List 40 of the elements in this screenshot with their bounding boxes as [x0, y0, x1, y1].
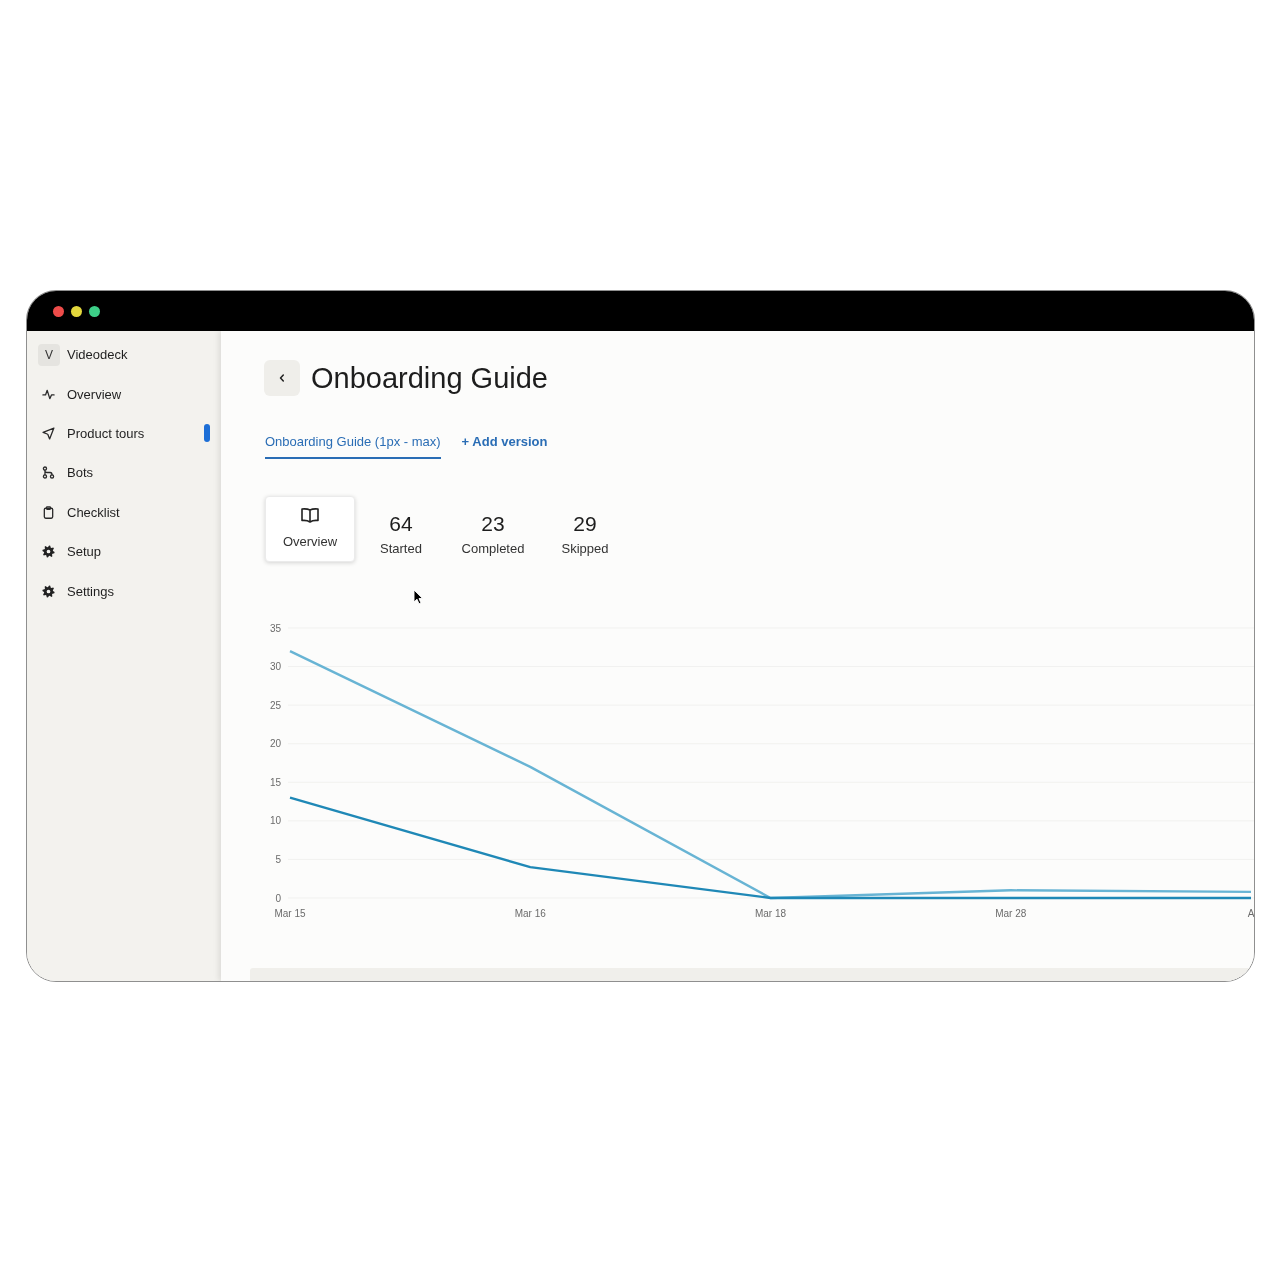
y-axis-label: 10 — [269, 815, 281, 827]
settings-icon — [42, 584, 55, 598]
add-version-link[interactable]: + Add version — [461, 434, 548, 450]
stat-tab[interactable]: 29 Skipped — [539, 496, 631, 562]
x-axis-label: Mar 15 — [274, 907, 306, 919]
y-axis-label: 25 — [269, 699, 281, 711]
mouse-cursor-icon — [413, 589, 423, 605]
x-axis-label: Mar 16 — [514, 907, 546, 919]
sidebar-item[interactable]: Settings — [27, 571, 221, 611]
close-window-icon[interactable] — [52, 305, 64, 317]
y-axis-label: 20 — [269, 738, 281, 750]
sidebar-item[interactable]: Setup — [27, 531, 221, 572]
page-title: Onboarding Guide — [311, 361, 548, 396]
x-axis-label: Mar 28 — [995, 907, 1027, 919]
sidebar-item[interactable]: Checklist — [27, 492, 221, 532]
chevron-left-icon — [277, 373, 287, 383]
stat-tab[interactable]: 64 Started — [355, 496, 447, 562]
workspace-name: Videodeck — [67, 347, 128, 363]
overview-tab[interactable]: Overview — [265, 496, 355, 562]
sidebar-item[interactable]: Overview — [27, 374, 221, 414]
stat-tab[interactable]: 23 Completed — [447, 496, 539, 562]
send-icon — [42, 426, 55, 440]
minimize-window-icon[interactable] — [70, 305, 82, 317]
y-axis-label: 35 — [269, 622, 281, 634]
sidebar-item[interactable]: Product tours — [27, 413, 221, 454]
gear-icon — [42, 545, 55, 559]
x-axis-label: A — [1247, 907, 1254, 919]
clipboard-icon — [42, 505, 55, 519]
pulse-icon — [42, 387, 55, 401]
y-axis-label: 30 — [269, 661, 281, 673]
branch-icon — [42, 466, 55, 480]
book-icon — [300, 506, 320, 524]
zoom-window-icon[interactable] — [88, 305, 100, 317]
sidebar-item[interactable]: Bots — [27, 453, 221, 493]
y-axis-label: 0 — [275, 892, 281, 904]
x-axis-label: Mar 18 — [754, 907, 787, 919]
y-axis-label: 15 — [269, 776, 281, 788]
y-axis-label: 5 — [275, 853, 281, 865]
workspace-avatar: V — [38, 343, 60, 366]
version-tab[interactable]: Onboarding Guide (1px - max) — [265, 434, 441, 459]
